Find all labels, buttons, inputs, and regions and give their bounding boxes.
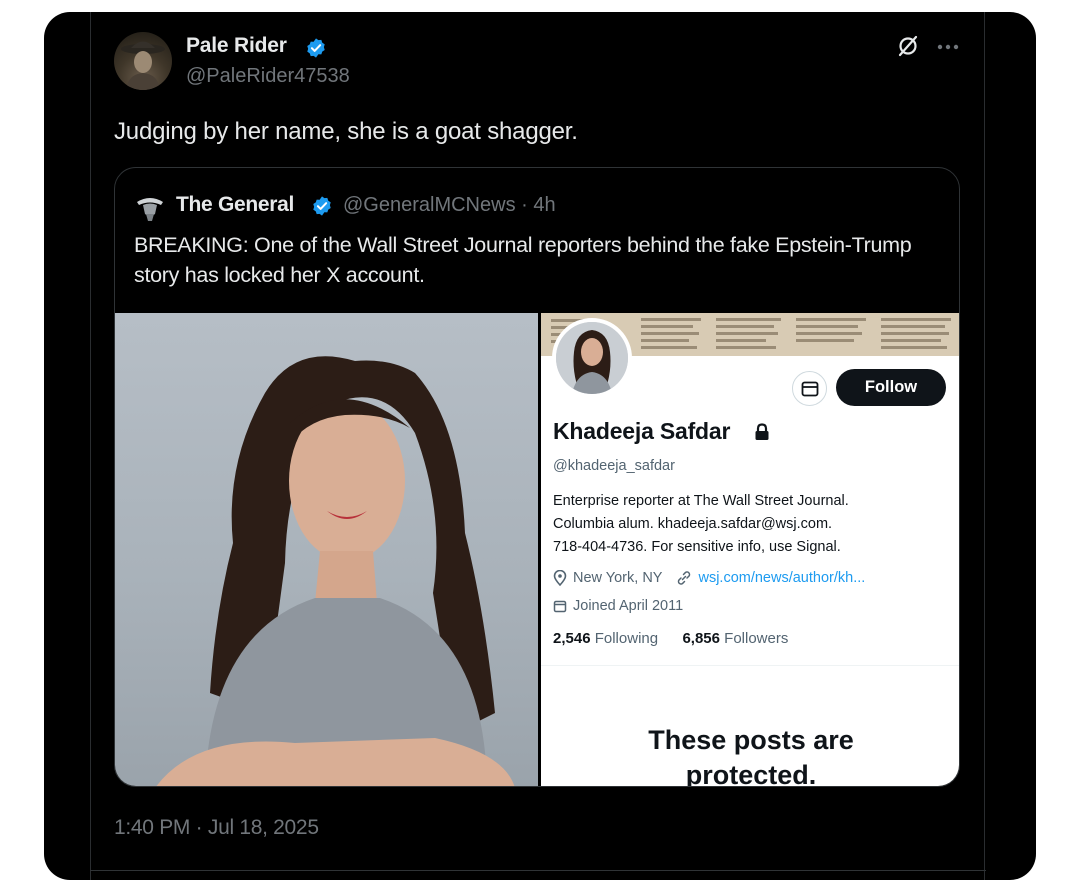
quote-text: BREAKING: One of the Wall Street Journal… <box>134 233 912 287</box>
profile-handle: @khadeeja_safdar <box>553 458 675 474</box>
location-pin-icon <box>553 570 567 586</box>
calendar-icon <box>553 600 567 613</box>
envelope-icon <box>801 381 818 396</box>
profile-meta-row: New York, NY wsj.com/news/author/kh... <box>553 570 865 586</box>
following-label[interactable]: Following <box>595 630 658 647</box>
followers-label[interactable]: Followers <box>724 630 788 647</box>
verified-badge-icon <box>307 38 325 58</box>
tweet-text: Judging by her name, she is a goat shagg… <box>114 118 578 145</box>
author-avatar[interactable] <box>114 32 172 90</box>
quote-author-avatar[interactable] <box>135 192 165 222</box>
quote-verified-badge-icon <box>313 196 331 216</box>
quote-author-name[interactable]: The General <box>176 193 294 217</box>
grok-icon[interactable] <box>896 34 920 58</box>
author-handle[interactable]: @PaleRider47538 <box>186 65 350 88</box>
profile-divider <box>541 665 959 666</box>
profile-joined-row: Joined April 2011 <box>553 598 683 614</box>
profile-bio: Enterprise reporter at The Wall Street J… <box>553 490 953 559</box>
link-icon <box>678 571 691 585</box>
more-icon[interactable] <box>935 34 961 58</box>
quoted-post[interactable]: The General @GeneralMCNews · 4h BREAKING… <box>114 167 960 787</box>
protected-notice-line: These posts are <box>648 725 854 755</box>
profile-bio-line: 718-404-4736. For sensitive info, use Si… <box>553 539 841 555</box>
profile-website-link[interactable]: wsj.com/news/author/kh... <box>698 570 865 586</box>
column-border-right <box>984 12 985 880</box>
bottom-divider <box>90 870 986 871</box>
profile-name: Khadeeja Safdar <box>553 418 731 444</box>
profile-stats: 2,546 Following 6,856 Followers <box>553 630 788 647</box>
protected-notice-line: protected. <box>685 760 817 787</box>
author-name[interactable]: Pale Rider <box>186 34 287 58</box>
follow-button[interactable]: Follow <box>836 369 946 406</box>
lock-icon <box>755 423 769 440</box>
quote-author-handle-time[interactable]: @GeneralMCNews · 4h <box>343 194 556 217</box>
profile-bio-line: Enterprise reporter at The Wall Street J… <box>553 493 849 509</box>
post-timestamp[interactable]: 1:40 PM · Jul 18, 2025 <box>114 816 319 840</box>
followers-count[interactable]: 6,856 <box>682 630 720 647</box>
protected-posts-notice: These posts are protected. <box>541 723 959 787</box>
column-border-left <box>90 12 91 880</box>
profile-joined: Joined April 2011 <box>573 598 684 614</box>
profile-avatar <box>552 318 632 398</box>
message-button[interactable] <box>792 371 827 406</box>
profile-location: New York, NY <box>573 570 663 586</box>
quote-photo-profile-screenshot[interactable]: Follow Khadeeja Safdar @khadeeja_safdar … <box>541 313 959 787</box>
post-card: Pale Rider @PaleRider47538 Judging by he… <box>44 12 1036 880</box>
profile-bio-line: Columbia alum. khadeeja.safdar@wsj.com. <box>553 516 833 532</box>
following-count[interactable]: 2,546 <box>553 630 591 647</box>
quote-photo-portrait[interactable] <box>115 313 538 786</box>
